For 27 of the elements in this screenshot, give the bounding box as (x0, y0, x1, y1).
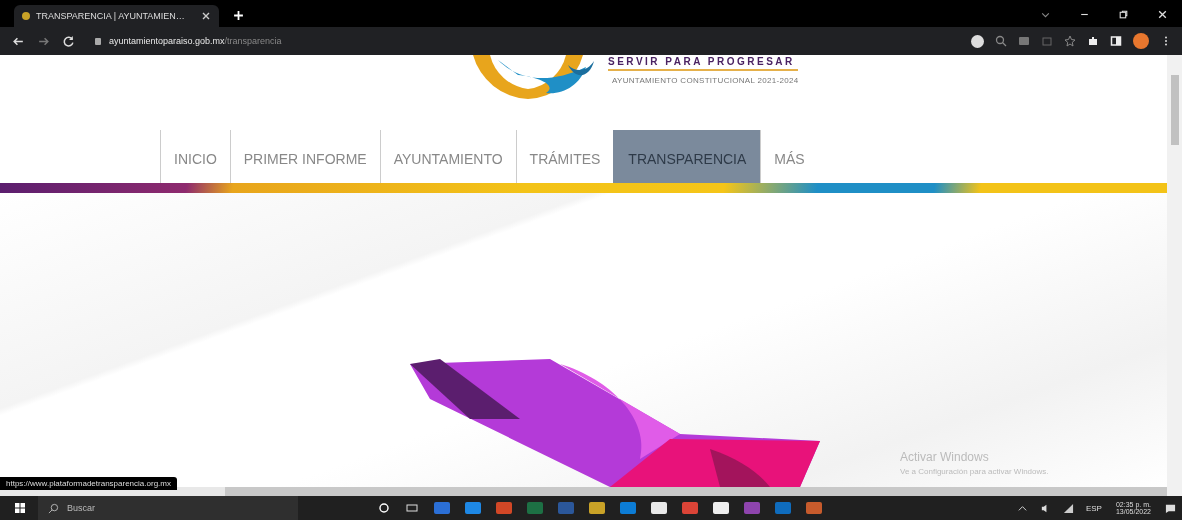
taskbar-search-field[interactable]: Buscar (38, 496, 298, 520)
profile-avatar[interactable] (1133, 33, 1149, 49)
restore-icon[interactable] (1118, 9, 1129, 20)
slogan-text: SERVIR PARA PROGRESAR (608, 56, 799, 71)
language-indicator[interactable]: ESP (1085, 503, 1102, 513)
windows-logo-icon[interactable] (14, 502, 26, 514)
network-icon[interactable] (1062, 502, 1074, 514)
side-panel-icon[interactable] (1110, 35, 1122, 47)
circle-icon[interactable] (378, 502, 390, 514)
status-url: https://www.plataformadetransparencia.org.mx (0, 477, 177, 490)
star-icon[interactable] (1064, 35, 1076, 47)
subtitle-text: AYUNTAMIENTO CONSTITUCIONAL 2021-2024 (611, 76, 799, 85)
tab-title: TRANSPARENCIA | AYUNTAMIEN… (36, 11, 186, 21)
scrollbar-thumb[interactable] (225, 487, 1167, 496)
task-view-icon[interactable] (406, 502, 418, 514)
activation-title: Activar Windows (900, 450, 990, 464)
search-icon (48, 502, 59, 514)
notification-icon[interactable] (1165, 502, 1176, 514)
lock-icon (95, 37, 101, 45)
reload-icon[interactable] (62, 34, 75, 48)
scrollbar-thumb[interactable] (1170, 75, 1179, 145)
close-icon[interactable] (201, 11, 211, 21)
browser-tab[interactable]: TRANSPARENCIA | AYUNTAMIEN… (14, 5, 219, 27)
close-icon[interactable] (1157, 9, 1168, 20)
favicon-icon (22, 12, 30, 20)
zoom-icon[interactable] (995, 35, 1007, 47)
new-tab-icon[interactable] (233, 10, 244, 21)
